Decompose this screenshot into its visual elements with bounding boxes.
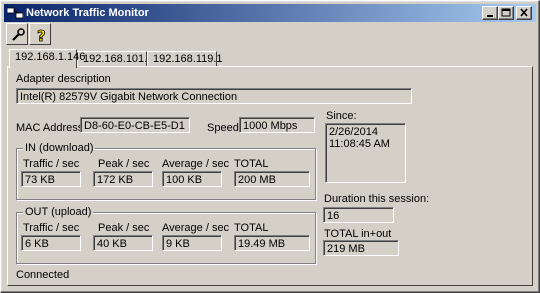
minimize-button[interactable] [482,6,498,20]
tab-192-168-1-146[interactable]: 192.168.1.146 [9,49,85,68]
close-icon [520,8,528,17]
download-average-label: Average / sec [162,158,230,170]
download-peak-label: Peak / sec [98,158,150,170]
svg-text:?: ? [37,27,46,43]
since-field: 2/26/2014 11:08:45 AM [325,123,406,183]
app-window: Network Traffic Monitor ? 192.168.1.146 … [0,0,540,293]
minimize-icon [487,15,493,17]
maximize-button[interactable] [498,6,514,20]
duration-label: Duration this session: [324,193,430,205]
tab-192-168-119-1[interactable]: 192.168.119.1 [147,51,223,67]
upload-traffic-field: 6 KB [21,235,81,251]
upload-peak-label: Peak / sec [98,222,150,234]
wrench-icon [12,28,25,41]
mac-address-field: D8-60-E0-CB-E5-D1 [80,117,190,133]
mac-address-label: MAC Address [16,122,84,134]
title-bar[interactable]: Network Traffic Monitor [4,4,536,22]
upload-total-label: TOTAL [234,222,269,234]
speed-label: Speed [207,122,239,134]
speed-field: 1000 Mbps [239,117,315,133]
adapter-description-field: Intel(R) 82579V Gigabit Network Connecti… [16,88,412,104]
download-total-field: 200 MB [234,171,310,187]
help-icon: ? [37,27,47,43]
download-total-label: TOTAL [234,158,269,170]
download-average-field: 100 KB [162,171,222,187]
upload-group-legend: OUT (upload) [23,206,94,218]
total-in-out-label: TOTAL in+out [324,228,392,240]
since-time: 11:08:45 AM [329,138,390,150]
close-button[interactable] [516,6,532,20]
download-group-legend: IN (download) [23,142,96,154]
download-peak-field: 172 KB [93,171,153,187]
download-traffic-field: 73 KB [21,171,81,187]
since-label: Since: [326,110,357,122]
toolbar: ? [4,23,536,47]
upload-peak-field: 40 KB [93,235,153,251]
total-in-out-field: 219 MB [323,240,399,256]
status-text: Connected [16,269,70,281]
upload-group: OUT (upload) Traffic / sec Peak / sec Av… [16,206,316,264]
upload-average-field: 9 KB [162,235,222,251]
help-tool-button[interactable]: ? [29,23,51,45]
maximize-icon [501,8,511,17]
settings-tool-button[interactable] [6,23,28,45]
download-group: IN (download) Traffic / sec Peak / sec A… [16,142,316,200]
tab-192-168-101-1[interactable]: 192.168.101.1 [77,51,153,67]
network-monitor-icon [7,7,23,19]
since-date: 2/26/2014 [329,126,378,138]
adapter-description-label: Adapter description [16,73,111,85]
upload-total-field: 19.49 MB [234,235,310,251]
upload-average-label: Average / sec [162,222,230,234]
window-title: Network Traffic Monitor [26,7,149,19]
duration-field: 16 [323,207,394,223]
upload-traffic-label: Traffic / sec [23,222,80,234]
adapter-panel: Adapter description Intel(R) 82579V Giga… [7,66,533,286]
download-traffic-label: Traffic / sec [23,158,80,170]
